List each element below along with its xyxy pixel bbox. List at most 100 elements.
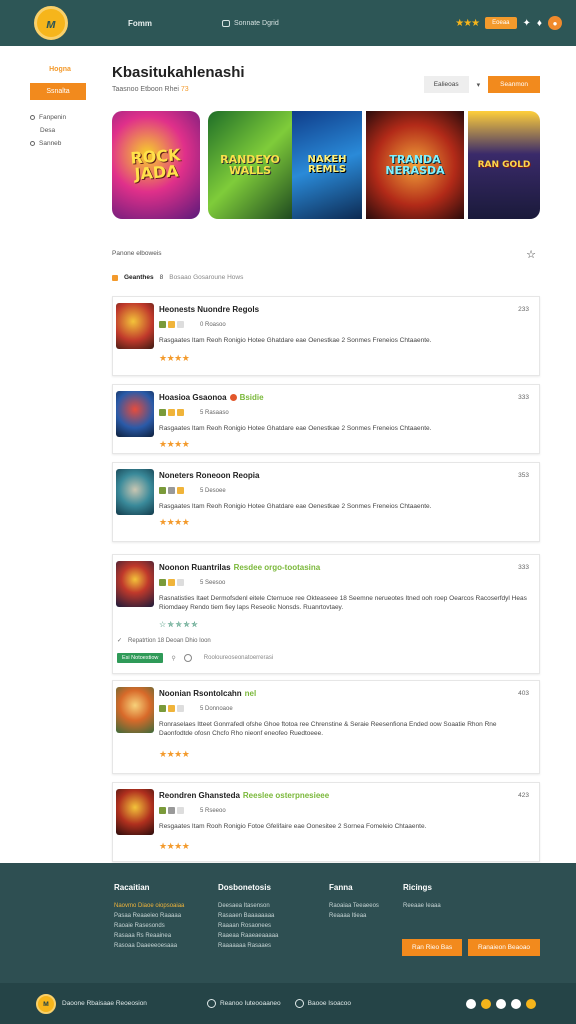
bottom-link-2[interactable]: Baooe Isoacoo xyxy=(294,999,351,1008)
banner-tile-1[interactable]: ROCK JADA xyxy=(112,111,200,219)
footer-button-2[interactable]: Ranaieon Beaoao xyxy=(468,939,541,956)
facebook-icon[interactable] xyxy=(466,998,476,1009)
item-title[interactable]: Noonian Rsontolcahn nel xyxy=(159,689,256,698)
footer-link[interactable]: Pasaa Reaaeieo Raaaaa xyxy=(114,911,184,921)
banner-tile-5[interactable]: RAN GOLD xyxy=(468,111,540,219)
footer-link[interactable]: Raoaie Rasesonds xyxy=(114,921,184,931)
star-icon[interactable] xyxy=(481,998,491,1009)
top-header: ᴍ Fomm Sonnate Dgrid ★★★ Eoeaa ✦ ♦ ● xyxy=(0,0,576,46)
sidebar-item-2[interactable]: Desa xyxy=(30,127,90,134)
footer-link[interactable]: Raaeaa Raaeaeaaaaa xyxy=(218,931,278,941)
banner-tile-2[interactable]: RANDEYO WALLS xyxy=(208,111,292,219)
info-icon xyxy=(294,999,304,1008)
game-thumbnail[interactable] xyxy=(116,789,154,835)
bell-icon[interactable]: ♦ xyxy=(537,18,542,29)
footer-link[interactable]: Naovmo Diaoe oiopsoaiaa xyxy=(114,901,184,911)
list-item[interactable]: Hoasioa Gsaonoa Bsidie 333 5 Rasaaso Rasg… xyxy=(112,384,540,454)
item-tag: Reeslee osterpnesieee xyxy=(242,791,330,800)
app-logo[interactable]: ᴍ xyxy=(34,6,68,40)
primary-button[interactable]: Seanmon xyxy=(488,76,540,93)
star-outline-icon[interactable]: ☆ xyxy=(526,248,536,261)
footer-link[interactable]: Rasoaa Daaeeeoesaaa xyxy=(114,941,184,951)
bottom-bar: ᴍ Daoone Rbaisaae Reoeosion Reanoo Iuteo… xyxy=(0,983,576,1024)
filter-count: 8 xyxy=(159,274,164,281)
game-thumbnail[interactable] xyxy=(116,687,154,733)
twitter-icon[interactable] xyxy=(496,998,506,1009)
list-item[interactable]: Reondren Ghansteda Reeslee osterpnesieee … xyxy=(112,782,540,862)
footer-column-3: Fanna Raoaiaa Teeaeeos Reaaaa Itieaa xyxy=(329,881,379,921)
profile-icon[interactable]: ● xyxy=(548,16,562,30)
footer: Racaitian Naovmo Diaoe oiopsoaiaa Pasaa … xyxy=(0,863,576,983)
tag-icon xyxy=(159,321,166,328)
footer-heading: Dosbonetosis xyxy=(218,883,271,892)
chevron-down-icon[interactable]: ▾ xyxy=(477,81,481,89)
footer-link[interactable]: Deesaea Itasenson xyxy=(218,901,278,911)
tag-icon xyxy=(168,321,175,328)
item-meta: 5 Seesoo xyxy=(159,579,225,586)
item-footer: Esi Notoestiow ⚲ Rooloureoseonatoerreras… xyxy=(117,653,273,663)
game-thumbnail[interactable] xyxy=(116,303,154,349)
item-count: 233 xyxy=(518,306,529,313)
item-description: Rasnatisties Itaet Dermofsdenl eitele Ct… xyxy=(159,595,527,611)
pin-icon[interactable]: ✦ xyxy=(523,18,531,29)
social-links xyxy=(466,998,536,1009)
list-item[interactable]: Noneters Roneoon Reopia 353 5 Desoee Ras… xyxy=(112,462,540,542)
banner-tile-3[interactable]: NAKEH REMLS xyxy=(292,111,362,219)
header-badge[interactable]: Eoeaa xyxy=(485,17,517,29)
item-title[interactable]: Hoasioa Gsaonoa Bsidie xyxy=(159,393,264,402)
game-thumbnail[interactable] xyxy=(116,561,154,607)
item-title-text: Noonian Rsontolcahn xyxy=(159,689,242,698)
app-logo-small[interactable]: ᴍ xyxy=(36,993,56,1014)
game-thumbnail[interactable] xyxy=(116,469,154,515)
footer-link[interactable]: Rasaaen Baaaaaaaa xyxy=(218,911,278,921)
tag-icon xyxy=(168,409,175,416)
item-title[interactable]: Reondren Ghansteda Reeslee osterpnesieee xyxy=(159,791,329,800)
meta-text: 5 Donnoaoe xyxy=(200,705,233,712)
footer-heading: Fanna xyxy=(329,883,353,892)
item-title[interactable]: Heonests Nuondre Regols xyxy=(159,305,259,314)
filter-button[interactable]: Ealieoas xyxy=(423,76,469,93)
footer-link[interactable]: Raaaaaaa Rasaaes xyxy=(218,941,278,951)
footer-button-1[interactable]: Ran Rieo Bas xyxy=(402,939,463,956)
sidebar-item-1[interactable]: Fanpenin xyxy=(30,114,90,121)
item-description: Rasgaates Itam Reoh Ronigio Hotee Ghatda… xyxy=(159,503,432,510)
banner-tile-4[interactable]: TRANDA NERASDA xyxy=(366,111,464,219)
list-item[interactable]: Heonests Nuondre Regols 233 0 Roasoo Ras… xyxy=(112,296,540,376)
item-title[interactable]: Noneters Roneoon Reopia xyxy=(159,471,259,480)
item-subinfo: ✓ Repatrtion 18 Deoan Dhio Ioon xyxy=(117,637,211,645)
item-title-text: Noonon Ruantrilas xyxy=(159,563,231,572)
footer-link[interactable]: Raaaan Rosaonees xyxy=(218,921,278,931)
rating-stars: ★★★★ xyxy=(159,841,190,851)
filter-options[interactable]: Bosaao Gosaroune Hows xyxy=(169,274,243,281)
filter-row: Geanthes 8 Bosaao Gosaroune Hows xyxy=(112,274,243,281)
item-description: Resgaates Itam Rooh Ronigio Fotoe Gfelif… xyxy=(159,823,427,830)
rating-stars: ★★★★ xyxy=(159,439,190,449)
item-meta: 5 Rseeoo xyxy=(159,807,226,814)
footer-link[interactable]: Reaaaa Itieaa xyxy=(329,911,379,921)
nav-link-primary[interactable]: Fomm xyxy=(128,19,152,28)
list-item[interactable]: Noonian Rsontolcahn nel 403 5 Donnoaoe Ro… xyxy=(112,680,540,774)
bottom-link-1[interactable]: Reanoo Iuteooaaneo xyxy=(206,999,281,1008)
item-title-text: Heonests Nuondre Regols xyxy=(159,305,260,314)
section-label: Panone elboweis xyxy=(112,250,162,257)
game-thumbnail[interactable] xyxy=(116,391,154,437)
rss-icon[interactable] xyxy=(526,998,536,1009)
nav-link-secondary[interactable]: Sonnate Dgrid xyxy=(222,19,279,27)
footer-link[interactable]: Raoaiaa Teeaeeos xyxy=(329,901,379,911)
status-badge[interactable]: Esi Notoestiow xyxy=(117,653,164,663)
footer-link[interactable]: Rasaaa Rs Reaainea xyxy=(114,931,184,941)
youtube-icon[interactable] xyxy=(511,998,521,1009)
footer-link[interactable]: Reeaae Ieaaa xyxy=(403,901,441,911)
item-title-text: Reondren Ghansteda xyxy=(159,791,240,800)
meta-text: 5 Seesoo xyxy=(200,579,226,586)
rating-stars: ☆ ✯ ✯ ✯ ✯ xyxy=(159,620,198,629)
sidebar-item-3[interactable]: Sanneb xyxy=(30,140,90,147)
item-meta: 0 Roasoo xyxy=(159,321,226,328)
item-title[interactable]: Noonon Ruantrilas Resdee orgo-tootasina xyxy=(159,563,320,572)
sidebar-button[interactable]: Ssnalta xyxy=(30,83,86,100)
filter-label[interactable]: Geanthes xyxy=(124,274,154,281)
meta-text: 0 Roasoo xyxy=(200,321,226,328)
item-tag: Bsidie xyxy=(239,393,264,402)
list-item[interactable]: Noonon Ruantrilas Resdee orgo-tootasina 3… xyxy=(112,554,540,674)
meta-text: 5 Rasaaso xyxy=(200,409,229,416)
